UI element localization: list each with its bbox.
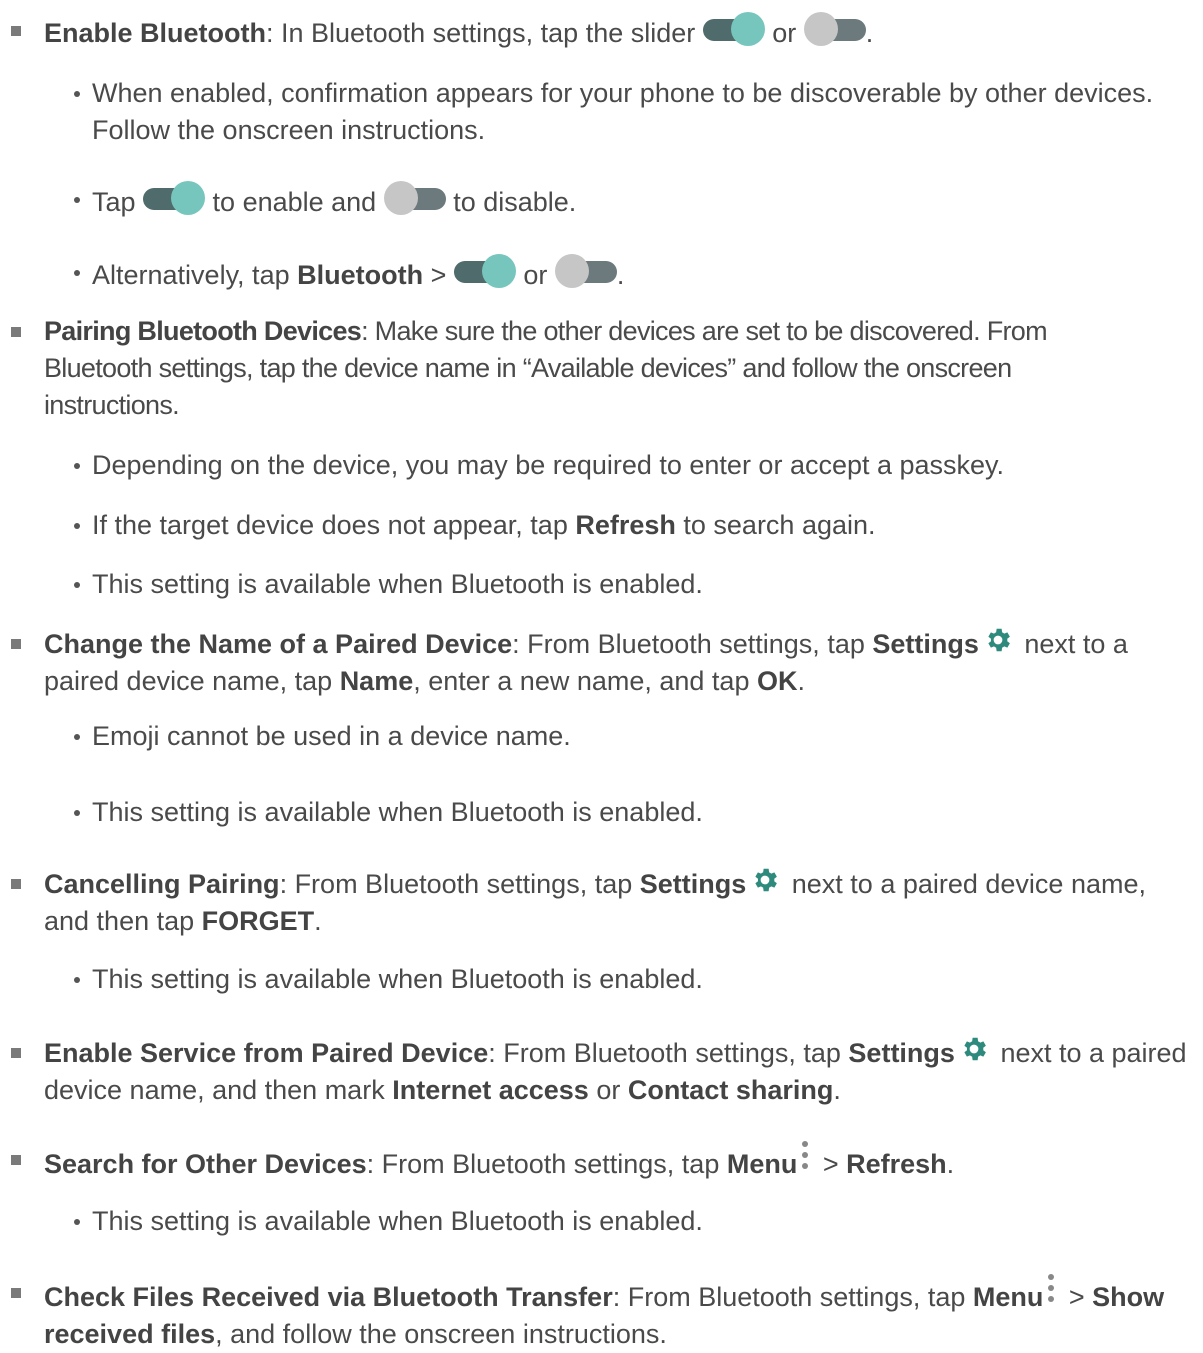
list-item-check-files: Check Files Received via Bluetooth Trans… — [11, 1274, 1197, 1353]
dot-bullet — [74, 523, 80, 529]
item-title: Enable Bluetooth — [44, 18, 266, 48]
gear-icon — [988, 628, 1010, 652]
toggle-off-icon — [554, 254, 617, 288]
dot-bullet — [74, 270, 80, 276]
dot-bullet — [74, 810, 80, 816]
square-bullet — [11, 879, 21, 889]
list-subitem: Tap to enable and to disable. — [74, 181, 1197, 221]
list-item-cancel-pairing: Cancelling Pairing: From Bluetooth setti… — [11, 865, 1197, 940]
dot-bullet — [74, 91, 80, 97]
toggle-off-icon — [803, 12, 866, 46]
toggle-on-icon — [702, 12, 765, 46]
toggle-off-icon — [383, 181, 446, 215]
list-item-enable-service: Enable Service from Paired Device: From … — [11, 1034, 1197, 1109]
list-subitem: This setting is available when Bluetooth… — [74, 1203, 1197, 1240]
item-title: Change the Name of a Paired Device — [44, 629, 513, 659]
item-title: Check Files Received via Bluetooth Trans… — [44, 1282, 613, 1312]
menu-dots-icon — [801, 1141, 809, 1171]
dot-bullet — [74, 463, 80, 469]
dot-bullet — [74, 734, 80, 740]
square-bullet — [11, 26, 21, 36]
menu-dots-icon — [1047, 1274, 1055, 1304]
list-subitem: This setting is available when Bluetooth… — [74, 794, 1197, 831]
toggle-on-icon — [143, 181, 206, 215]
list-subitem: Depending on the device, you may be requ… — [74, 447, 1197, 484]
dot-bullet — [74, 1219, 80, 1225]
dot-bullet — [74, 977, 80, 983]
square-bullet — [11, 1288, 21, 1298]
square-bullet — [11, 1155, 21, 1165]
square-bullet — [11, 327, 21, 337]
item-title: Enable Service from Paired Device — [44, 1038, 489, 1068]
list-subitem: Alternatively, tap Bluetooth > or . — [74, 254, 1197, 294]
dot-bullet — [74, 582, 80, 588]
list-item-pairing: Pairing Bluetooth Devices: Make sure the… — [11, 313, 1143, 424]
list-subitem: When enabled, confirmation appears for y… — [74, 75, 1197, 149]
list-item-rename-device: Change the Name of a Paired Device: From… — [11, 625, 1197, 700]
item-title: Search for Other Devices — [44, 1149, 367, 1179]
toggle-on-icon — [453, 254, 516, 288]
item-title: Cancelling Pairing — [44, 869, 280, 899]
item-title: Pairing Bluetooth Devices — [44, 316, 362, 346]
list-subitem: Emoji cannot be used in a device name. — [74, 718, 1197, 755]
list-subitem: This setting is available when Bluetooth… — [74, 961, 1197, 998]
gear-icon — [964, 1037, 986, 1061]
list-item-enable-bluetooth: Enable Bluetooth: In Bluetooth settings,… — [11, 12, 1197, 52]
list-subitem: This setting is available when Bluetooth… — [74, 566, 1197, 603]
square-bullet — [11, 1048, 21, 1058]
bluetooth-settings-page: Enable Bluetooth: In Bluetooth settings,… — [0, 0, 1203, 1349]
gear-icon — [755, 868, 778, 892]
square-bullet — [11, 639, 21, 649]
list-subitem: If the target device does not appear, ta… — [74, 507, 1197, 544]
dot-bullet — [74, 197, 80, 203]
list-item-search-devices: Search for Other Devices: From Bluetooth… — [11, 1141, 1197, 1183]
